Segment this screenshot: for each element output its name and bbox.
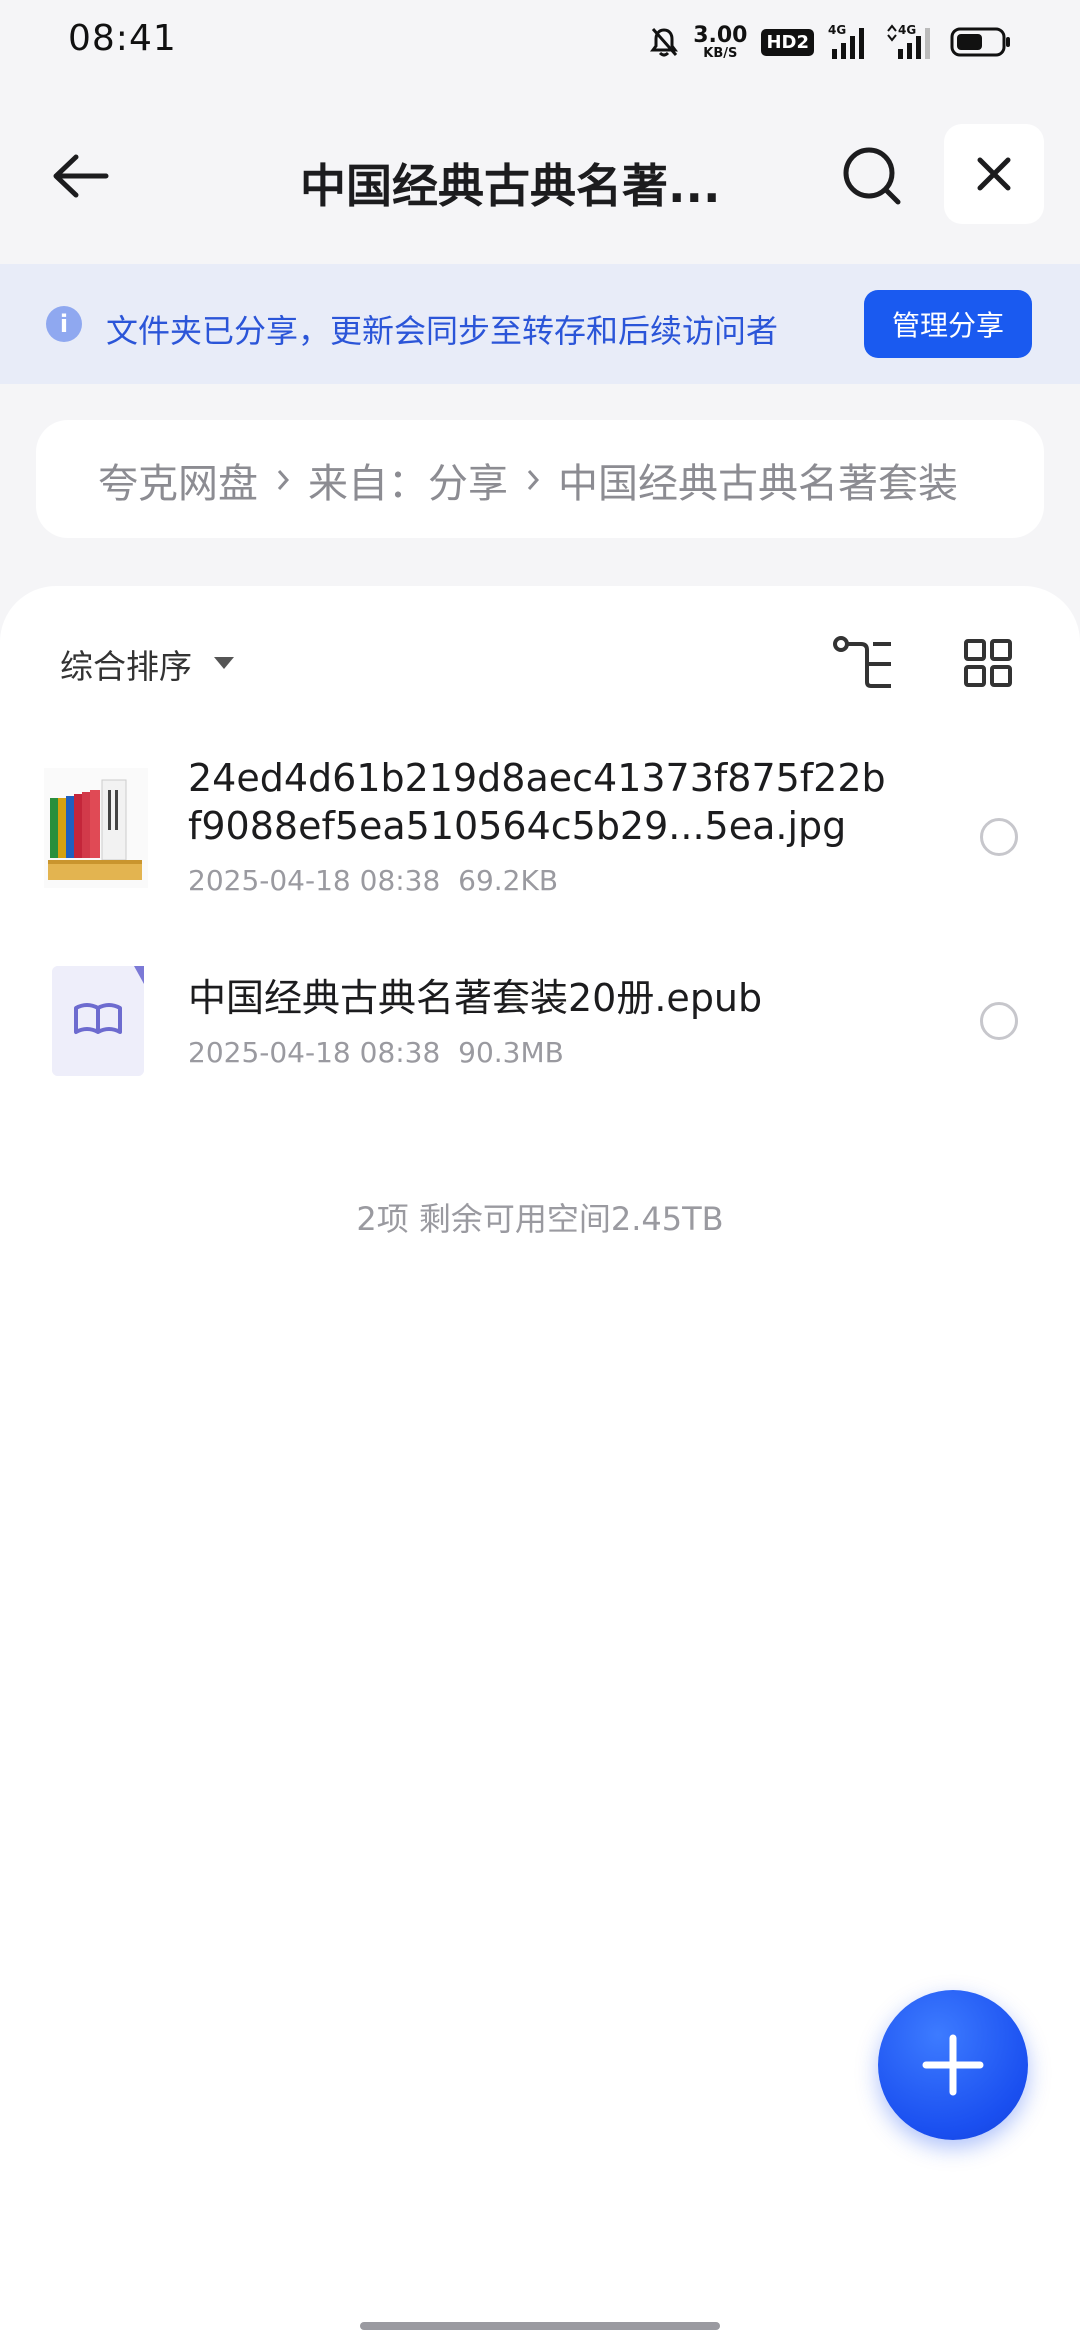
screen: 08:41 3.00 KB/S HD2 4G 4G 中国经典古典名著... i … <box>0 0 1080 2340</box>
file-name: 24ed4d61b219d8aec41373f875f22bf9088ef5ea… <box>188 756 886 848</box>
home-indicator[interactable] <box>360 2322 720 2330</box>
search-icon <box>843 147 901 205</box>
back-arrow-icon <box>53 154 109 198</box>
grid-view-button[interactable] <box>950 628 1026 698</box>
add-button[interactable] <box>878 1990 1028 2140</box>
network-speed-unit: KB/S <box>703 45 738 61</box>
file-row[interactable]: 中国经典古典名著套装20册.epub 2025-04-18 08:38 90.3… <box>0 966 1080 1106</box>
file-meta: 2025-04-18 08:38 69.2KB <box>188 864 558 897</box>
breadcrumb-item-share[interactable]: 来自：分享 <box>308 454 508 506</box>
plus-icon <box>922 2034 984 2096</box>
sort-dropdown[interactable]: 综合排序 <box>60 640 234 688</box>
network-speed-value: 3.00 <box>693 22 748 48</box>
hd-voice-badge: HD2 <box>761 28 814 56</box>
file-name: 中国经典古典名著套装20册.epub <box>188 976 763 1020</box>
breadcrumb-item-current: 中国经典古典名著套装 <box>558 461 958 506</box>
share-banner-text: 文件夹已分享，更新会同步至转存和后续访问者 <box>106 312 779 350</box>
select-checkbox[interactable] <box>980 1002 1018 1040</box>
tree-view-button[interactable] <box>826 628 902 698</box>
image-thumbnail <box>44 768 148 888</box>
tree-structure-icon <box>833 636 891 688</box>
info-icon: i <box>46 306 82 342</box>
grid-view-icon <box>964 639 1012 687</box>
file-size: 90.3MB <box>458 1036 564 1069</box>
epub-book-icon <box>52 966 144 1076</box>
close-icon <box>977 157 1011 191</box>
share-banner: i 文件夹已分享，更新会同步至转存和后续访问者 管理分享 <box>0 264 1080 384</box>
signal-4g-secondary-icon: 4G <box>887 23 930 59</box>
chevron-right-icon <box>276 468 290 492</box>
page-title: 中国经典古典名著... <box>300 159 721 213</box>
manage-share-button[interactable]: 管理分享 <box>864 290 1032 358</box>
storage-summary: 2项 剩余可用空间2.45TB <box>356 1200 724 1238</box>
sort-label: 综合排序 <box>60 647 192 686</box>
file-date: 2025-04-18 08:38 <box>188 864 441 897</box>
epub-thumbnail <box>52 966 144 1076</box>
book-set-thumbnail-icon <box>44 768 148 888</box>
chevron-right-icon <box>526 468 540 492</box>
status-icons: 3.00 KB/S HD2 4G 4G <box>649 20 1012 64</box>
breadcrumb: 夸克网盘 来自：分享 中国经典古典名著套装 <box>36 420 1044 538</box>
close-button[interactable] <box>944 124 1044 224</box>
back-button[interactable] <box>44 140 116 212</box>
mute-bell-icon <box>650 28 679 57</box>
file-size: 69.2KB <box>458 864 559 897</box>
network-speed: 3.00 KB/S <box>693 22 748 61</box>
caret-down-icon <box>214 657 234 669</box>
breadcrumb-track: 夸克网盘 来自：分享 中国经典古典名著套装 <box>98 454 1020 506</box>
signal-4g-icon: 4G <box>828 23 864 59</box>
status-time: 08:41 <box>68 18 177 59</box>
file-row[interactable]: 24ed4d61b219d8aec41373f875f22bf9088ef5ea… <box>0 746 1080 916</box>
signal-4g-secondary-label: 4G <box>898 23 916 37</box>
battery-icon <box>950 27 1010 57</box>
select-checkbox[interactable] <box>980 818 1018 856</box>
file-meta: 2025-04-18 08:38 90.3MB <box>188 1036 564 1069</box>
header: 中国经典古典名著... <box>0 110 1080 240</box>
status-bar: 08:41 3.00 KB/S HD2 4G 4G <box>0 0 1080 84</box>
search-button[interactable] <box>836 140 908 212</box>
file-date: 2025-04-18 08:38 <box>188 1036 441 1069</box>
breadcrumb-item-root[interactable]: 夸克网盘 <box>98 454 258 506</box>
signal-4g-label: 4G <box>828 23 846 37</box>
